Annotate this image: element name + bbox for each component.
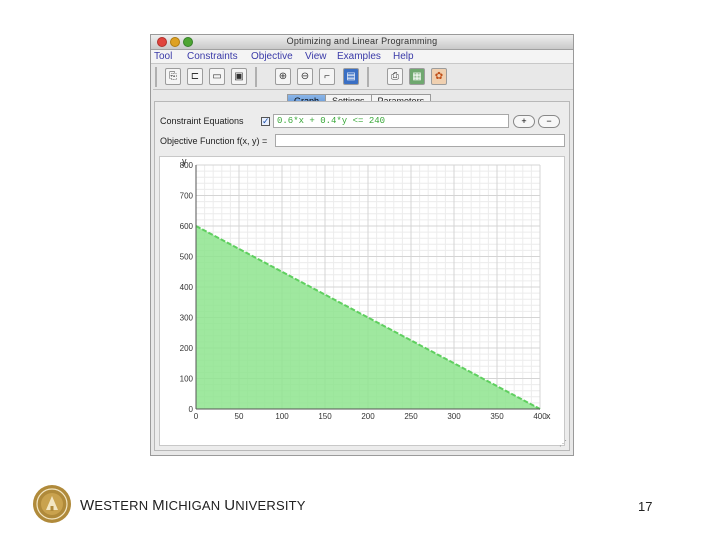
menu-objective[interactable]: Objective (251, 51, 293, 62)
menu-tool[interactable]: Tool (154, 51, 172, 62)
new-document-icon[interactable]: ⎘ (165, 68, 181, 85)
y-tick-label: 400 (180, 283, 194, 292)
x-tick-label: 150 (318, 412, 332, 421)
constraint-equation-input[interactable]: 0.6*x + 0.4*y <= 240 (273, 114, 509, 128)
university-name-initial: U (224, 497, 236, 514)
zoom-out-icon[interactable]: ⊖ (297, 68, 313, 85)
x-tick-label: 100 (275, 412, 289, 421)
university-name: WESTERN MICHIGAN UNIVERSITY (80, 497, 306, 514)
settings-gear-icon[interactable]: ✿ (431, 68, 447, 85)
toolbar-separator (367, 67, 369, 87)
y-tick-label: 100 (180, 375, 194, 384)
open-folder-icon[interactable]: ⊏ (187, 68, 203, 85)
menu-constraints[interactable]: Constraints (187, 51, 238, 62)
window-title: Optimizing and Linear Programming (286, 36, 438, 46)
constraint-enabled-checkbox[interactable]: ✓ (261, 117, 270, 126)
toolbar-separator (155, 67, 157, 87)
objective-function-input[interactable] (275, 134, 565, 147)
university-seal-logo (33, 485, 71, 523)
export-image-icon[interactable]: ▦ (409, 68, 425, 85)
university-name-part: ICHIGAN (164, 498, 225, 513)
menu-help[interactable]: Help (393, 51, 414, 62)
x-tick-label: 350 (490, 412, 504, 421)
university-name-initial: W (80, 497, 95, 514)
y-tick-label: 300 (180, 314, 194, 323)
menu-examples[interactable]: Examples (337, 51, 381, 62)
graph-panel: Constraint Equations ✓ 0.6*x + 0.4*y <= … (154, 101, 570, 451)
university-name-initial: M (152, 497, 165, 514)
x-tick-label: 300 (447, 412, 461, 421)
graph-view-icon[interactable]: ▤ (343, 68, 359, 85)
x-tick-label: 0 (194, 412, 199, 421)
y-axis-label: y (182, 157, 187, 166)
university-name-part: NIVERSITY (235, 498, 306, 513)
constraint-equations-label: Constraint Equations (160, 116, 244, 126)
x-tick-label: 200 (361, 412, 375, 421)
y-tick-label: 600 (180, 222, 194, 231)
add-constraint-button[interactable]: + (513, 115, 535, 128)
title-bar: Optimizing and Linear Programming (151, 35, 573, 50)
y-tick-label: 200 (180, 344, 194, 353)
menu-view[interactable]: View (305, 51, 327, 62)
save-icon[interactable]: ▭ (209, 68, 225, 85)
y-tick-label: 700 (180, 192, 194, 201)
save-as-icon[interactable]: ▣ (231, 68, 247, 85)
feasible-region-chart: 0 50 100 150 200 250 300 350 4000100200300400500… (180, 156, 551, 421)
x-tick-label: 50 (235, 412, 244, 421)
zoom-window-icon[interactable]: ⌐ (319, 68, 335, 85)
app-window: Optimizing and Linear Programming Tool C… (150, 34, 574, 456)
zoom-in-icon[interactable]: ⊕ (275, 68, 291, 85)
toolbar: ⎘ ⊏ ▭ ▣ ⊕ ⊖ ⌐ ▤ ⎙ ▦ ✿ (153, 65, 573, 90)
remove-constraint-button[interactable]: − (538, 115, 560, 128)
y-tick-label: 0 (189, 405, 194, 414)
menu-bar: Tool Constraints Objective View Examples… (151, 50, 573, 64)
x-tick-label: 250 (404, 412, 418, 421)
objective-function-label: Objective Function f(x, y) = (160, 136, 268, 146)
graph-canvas[interactable]: 0 50 100 150 200 250 300 350 400 0 100 200 300 400 500… (159, 156, 565, 446)
university-name-part: ESTERN (94, 498, 153, 513)
page-number: 17 (638, 499, 653, 514)
y-tick-label: 500 (180, 253, 194, 262)
x-axis-label: x (546, 411, 551, 421)
print-icon[interactable]: ⎙ (387, 68, 403, 85)
toolbar-separator (255, 67, 257, 87)
resize-grip-icon[interactable]: ⋰ (559, 439, 567, 448)
